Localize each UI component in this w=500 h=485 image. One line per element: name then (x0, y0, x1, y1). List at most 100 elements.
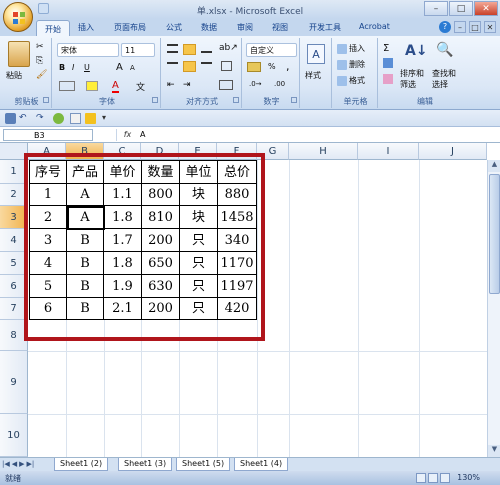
tab-review[interactable]: 审阅 (237, 22, 253, 33)
vertical-scrollbar[interactable]: ▲ ▼ (487, 160, 500, 457)
font-size-select[interactable]: 11 (121, 43, 155, 57)
cut-icon[interactable]: ✂ (36, 42, 44, 52)
wrap-text-icon[interactable] (221, 61, 232, 71)
clear-icon[interactable] (383, 74, 393, 84)
bold-button[interactable]: B (59, 63, 65, 72)
tab-developer[interactable]: 开发工具 (309, 22, 341, 33)
quick-access-top (38, 3, 49, 16)
ribbon-restore-button[interactable]: □ (469, 21, 481, 33)
styles-group: A 样式 (302, 38, 332, 108)
help-icon[interactable]: ? (439, 21, 451, 33)
print-preview-icon[interactable] (70, 113, 81, 124)
page-break-view-icon[interactable] (440, 473, 450, 483)
insert-cells-button[interactable]: 插入 (337, 43, 365, 54)
paste-button[interactable]: 粘贴 (6, 70, 22, 81)
find-select-button[interactable]: 查找和 选择 (432, 68, 456, 90)
tab-insert[interactable]: 插入 (78, 22, 94, 33)
shrink-font-button[interactable]: A (130, 64, 135, 72)
spell-check-icon[interactable] (85, 113, 96, 124)
underline-button[interactable]: U (84, 63, 90, 72)
find-select-icon[interactable]: 🔍 (436, 42, 453, 58)
align-right-icon[interactable] (201, 62, 212, 71)
fill-icon[interactable] (383, 58, 393, 68)
merge-center-icon[interactable] (219, 80, 233, 90)
column-header-H[interactable]: H (289, 143, 358, 160)
align-center-icon[interactable] (183, 61, 196, 72)
sheet-tab-4[interactable]: Sheet1 (4) (234, 458, 289, 471)
sheet-tab-1[interactable]: Sheet1 (2) (54, 458, 109, 471)
office-button[interactable] (3, 2, 33, 32)
align-middle-icon[interactable] (183, 44, 196, 55)
tab-page-layout[interactable]: 页面布局 (114, 22, 146, 33)
prev-sheet-icon[interactable]: ◀ (12, 460, 17, 468)
ribbon-minimize-button[interactable]: – (454, 21, 466, 33)
tab-view[interactable]: 视图 (272, 22, 288, 33)
fill-color-icon[interactable] (86, 81, 98, 91)
number-format-select[interactable]: 自定义 (246, 43, 297, 57)
ribbon-close-button[interactable]: ✕ (484, 21, 496, 33)
sort-filter-icon[interactable]: A↓ (405, 43, 428, 59)
number-label: 数字 (244, 96, 299, 107)
column-header-I[interactable]: I (358, 143, 419, 160)
tab-formulas[interactable]: 公式 (166, 22, 182, 33)
row-header-9[interactable]: 9 (0, 351, 28, 414)
sort-filter-button[interactable]: 排序和 筛选 (400, 68, 424, 90)
page-layout-view-icon[interactable] (428, 473, 438, 483)
save-icon[interactable] (5, 113, 16, 124)
orientation-icon[interactable]: ab↗ (219, 43, 238, 53)
grow-font-button[interactable]: A (116, 62, 123, 73)
formula-content[interactable]: A (140, 129, 145, 141)
copy-icon[interactable]: ⎘ (36, 56, 43, 66)
refresh-icon[interactable] (53, 113, 64, 124)
save-icon[interactable] (38, 3, 49, 14)
sheet-tab-3[interactable]: Sheet1 (5) (176, 458, 231, 471)
styles-button[interactable]: 样式 (305, 70, 321, 81)
scroll-up-icon[interactable]: ▲ (488, 160, 500, 172)
normal-view-icon[interactable] (416, 473, 426, 483)
sheet-tabs-bar: |◀ ◀ ▶ ▶| Sheet1 (2) Sheet1 (3) Sheet1 (… (0, 457, 500, 471)
clipboard-label: 剪贴板 (2, 96, 51, 107)
customize-toolbar-icon[interactable]: ▾ (102, 113, 113, 124)
italic-button[interactable]: I (72, 63, 74, 72)
minimize-button[interactable]: – (424, 1, 448, 16)
styles-icon[interactable]: A (307, 44, 325, 64)
close-button[interactable]: ✕ (474, 1, 498, 16)
align-left-icon[interactable] (167, 62, 178, 71)
scroll-thumb[interactable] (489, 174, 500, 294)
align-bottom-icon[interactable] (201, 44, 212, 53)
percent-button[interactable]: % (268, 62, 276, 71)
zoom-level[interactable]: 130% (457, 473, 480, 482)
maximize-button[interactable]: □ (449, 1, 473, 16)
last-sheet-icon[interactable]: ▶| (27, 460, 35, 468)
currency-icon[interactable] (247, 62, 261, 72)
phonetic-icon[interactable]: 文 (136, 80, 145, 93)
paste-icon[interactable] (8, 41, 30, 67)
font-name-select[interactable]: 宋体 (57, 43, 119, 57)
tab-acrobat[interactable]: Acrobat (359, 22, 390, 31)
row-header-10[interactable]: 10 (0, 414, 28, 457)
next-sheet-icon[interactable]: ▶ (19, 460, 24, 468)
increase-decimal-icon[interactable]: .0→ (249, 80, 262, 88)
decrease-decimal-icon[interactable]: .00 (274, 80, 285, 88)
format-cells-button[interactable]: 格式 (337, 75, 365, 86)
font-color-icon[interactable]: A (112, 80, 119, 93)
first-sheet-icon[interactable]: |◀ (2, 460, 10, 468)
tab-data[interactable]: 数据 (201, 22, 217, 33)
autosum-icon[interactable]: Σ (383, 43, 389, 54)
title-bar: 单.xlsx - Microsoft Excel – □ ✕ (0, 0, 500, 19)
comma-button[interactable]: , (286, 60, 290, 73)
insert-function-button[interactable]: fx (116, 129, 138, 141)
decrease-indent-icon[interactable]: ⇤ (167, 80, 175, 90)
align-top-icon[interactable] (167, 44, 178, 53)
delete-cells-button[interactable]: 删除 (337, 59, 365, 70)
undo-icon[interactable]: ↶ (19, 113, 30, 124)
name-box[interactable]: B3 (3, 129, 93, 141)
scroll-down-icon[interactable]: ▼ (488, 445, 500, 457)
redo-icon[interactable]: ↷ (36, 113, 47, 124)
format-painter-icon[interactable]: 🖌 (36, 70, 47, 80)
column-header-J[interactable]: J (419, 143, 487, 160)
sheet-tab-2[interactable]: Sheet1 (3) (118, 458, 173, 471)
borders-icon[interactable] (59, 81, 75, 91)
increase-indent-icon[interactable]: ⇥ (183, 80, 191, 90)
tab-home[interactable]: 开始 (36, 20, 70, 36)
